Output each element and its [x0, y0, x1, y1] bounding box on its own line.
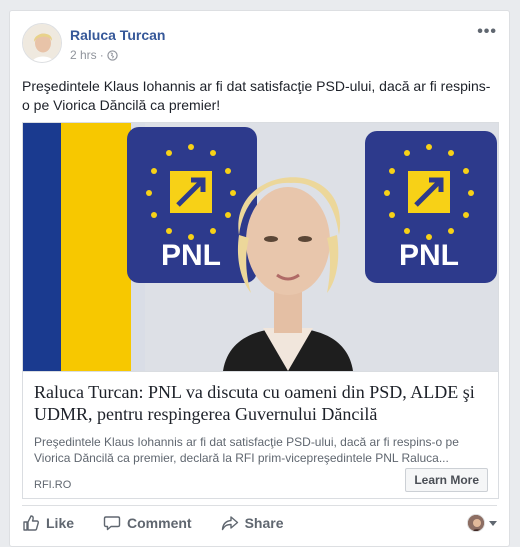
post-meta: 2 hrs ·: [70, 48, 118, 62]
post-timestamp[interactable]: 2 hrs: [70, 48, 97, 62]
like-button[interactable]: Like: [22, 514, 74, 532]
like-label: Like: [46, 515, 75, 531]
pnl-logo-left: PNL: [161, 239, 221, 272]
thumbs-up-icon: [23, 515, 39, 531]
comment-icon: [103, 516, 121, 531]
learn-more-button[interactable]: Learn More: [405, 468, 488, 492]
meta-separator: ·: [99, 48, 104, 62]
chevron-down-icon[interactable]: [489, 520, 497, 526]
author-avatar[interactable]: [22, 23, 62, 63]
comment-button[interactable]: Comment: [103, 514, 192, 532]
share-label: Share: [244, 515, 284, 531]
pnl-logo-right: PNL: [399, 239, 459, 272]
actions-divider: [22, 505, 497, 506]
post-header: Raluca Turcan 2 hrs · •••: [22, 23, 497, 67]
post-as-selector[interactable]: [467, 514, 497, 532]
link-description: Preşedintele Klaus Iohannis ar fi dat sa…: [34, 435, 459, 465]
link-preview[interactable]: PNL PNL Raluca Turcan: PNL va discuta cu…: [22, 122, 499, 499]
post-card: Raluca Turcan 2 hrs · ••• Preşedintele K…: [9, 10, 510, 547]
comment-label: Comment: [127, 515, 192, 531]
link-preview-image[interactable]: PNL PNL: [23, 123, 498, 371]
post-actions: Like Comment Share: [22, 508, 497, 538]
globe-icon[interactable]: [107, 49, 118, 61]
author-name[interactable]: Raluca Turcan: [70, 27, 165, 43]
link-title[interactable]: Raluca Turcan: PNL va discuta cu oameni …: [34, 381, 489, 425]
link-preview-body[interactable]: Raluca Turcan: PNL va discuta cu oameni …: [23, 371, 498, 498]
post-text: Preşedintele Klaus Iohannis ar fi dat sa…: [22, 78, 491, 113]
share-button[interactable]: Share: [221, 514, 284, 532]
more-options-icon[interactable]: •••: [477, 23, 497, 41]
share-icon: [221, 516, 238, 531]
link-domain: RFI.RO: [34, 479, 72, 491]
user-avatar: [467, 514, 485, 532]
